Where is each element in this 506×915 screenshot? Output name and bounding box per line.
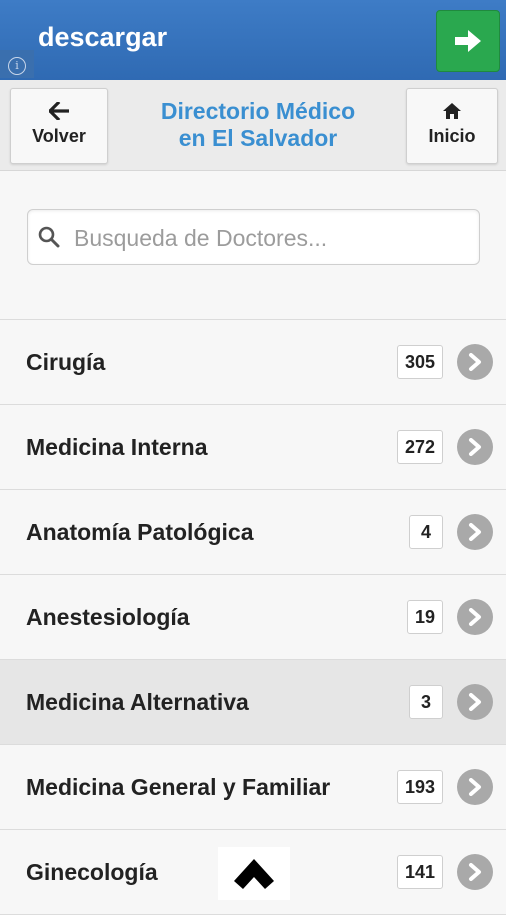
search-icon: [38, 226, 60, 248]
search-area: [0, 171, 506, 319]
home-button-label: Inicio: [428, 126, 476, 146]
specialty-row[interactable]: Anatomía Patológica 4: [0, 490, 506, 575]
specialty-label: Medicina Alternativa: [26, 689, 249, 715]
specialty-label: Anatomía Patológica: [26, 519, 254, 545]
specialty-row[interactable]: Medicina Alternativa 3: [0, 660, 506, 745]
chevron-right-icon[interactable]: [457, 344, 493, 380]
doctor-count-badge: 272: [396, 430, 443, 464]
specialty-label: Ginecología: [26, 859, 158, 885]
doctor-count-badge: 141: [396, 855, 443, 889]
page-title-line1: Directorio Médico: [160, 98, 356, 124]
ad-info-icon[interactable]: i: [0, 50, 34, 78]
specialty-row[interactable]: Anestesiología 19: [0, 575, 506, 660]
chevron-right-icon[interactable]: [457, 854, 493, 890]
specialty-row[interactable]: Medicina Interna 272: [0, 405, 506, 490]
doctor-count-badge: 305: [396, 345, 443, 379]
doctor-count-badge: 19: [406, 600, 443, 634]
specialty-label: Medicina General y Familiar: [26, 774, 331, 800]
home-icon: [443, 103, 461, 119]
search-input[interactable]: [72, 218, 476, 258]
back-button[interactable]: Volver: [10, 88, 108, 164]
chevron-right-icon[interactable]: [457, 599, 493, 635]
chevron-right-icon[interactable]: [457, 514, 493, 550]
header-bar: Volver Directorio Médico en El Salvador …: [0, 80, 506, 171]
doctor-count-badge: 193: [396, 770, 443, 804]
home-button[interactable]: Inicio: [406, 88, 498, 164]
back-button-label: Volver: [32, 126, 86, 146]
page-title-line2: en El Salvador: [178, 125, 338, 151]
specialty-list: Cirugía 305 Medicina Interna 272 Anatomía Pa…: [0, 319, 506, 915]
scroll-to-top-button[interactable]: [218, 847, 290, 900]
chevron-up-icon: [234, 858, 274, 889]
ad-title[interactable]: descargar: [38, 22, 167, 53]
chevron-right-icon[interactable]: [457, 429, 493, 465]
specialty-label: Anestesiología: [26, 604, 190, 630]
specialty-row[interactable]: Cirugía 305: [0, 320, 506, 405]
doctor-count-badge: 3: [409, 685, 443, 719]
chevron-right-icon[interactable]: [457, 684, 493, 720]
ad-go-button[interactable]: [436, 10, 500, 72]
specialty-label: Medicina Interna: [26, 434, 208, 460]
chevron-right-icon[interactable]: [457, 769, 493, 805]
doctor-count-badge: 4: [409, 515, 443, 549]
arrow-right-icon: [455, 30, 481, 52]
specialty-label: Cirugía: [26, 349, 106, 375]
specialty-row[interactable]: Medicina General y Familiar 193: [0, 745, 506, 830]
page-title: Directorio Médico en El Salvador: [110, 98, 406, 152]
search-box[interactable]: [27, 209, 480, 265]
ad-banner[interactable]: descargar i: [0, 0, 506, 80]
arrow-left-icon: [47, 100, 70, 122]
